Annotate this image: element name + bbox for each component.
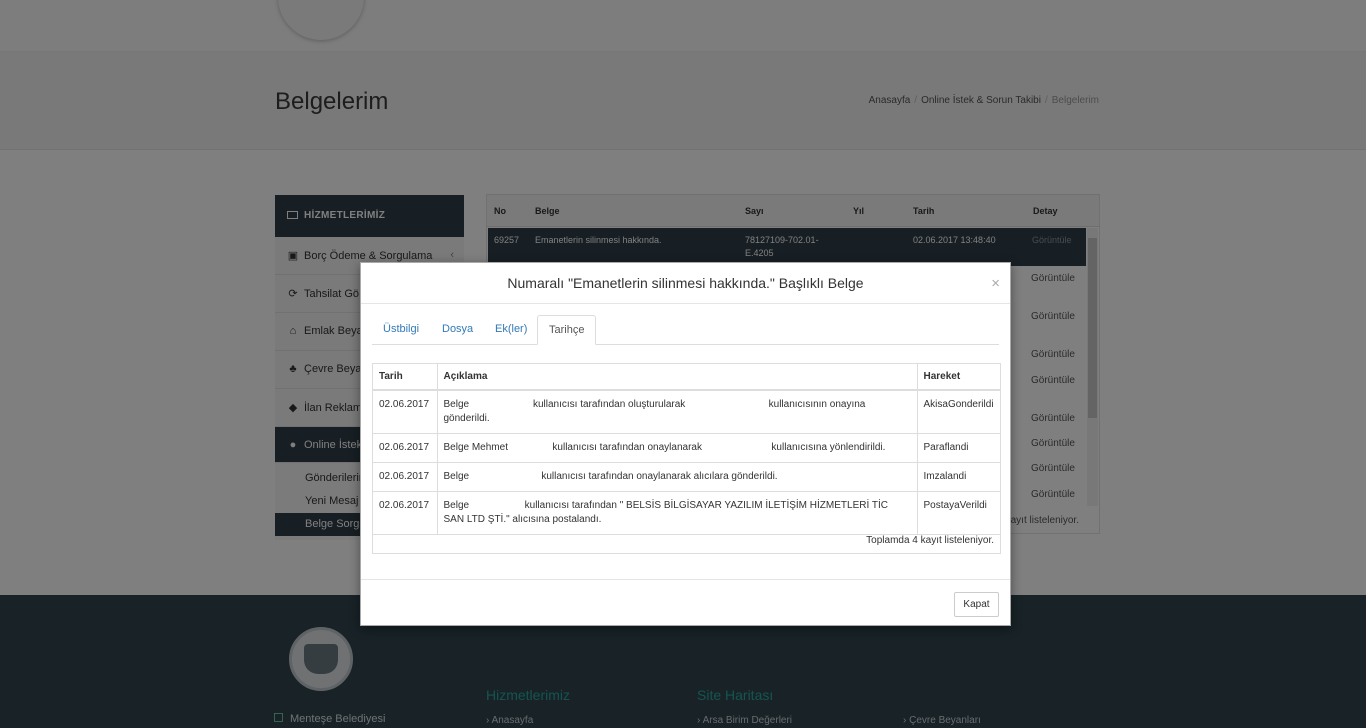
- cell-hareket: Paraflandi: [917, 433, 1000, 463]
- col-hareket: Hareket: [917, 364, 1000, 391]
- modal-tabs: Üstbilgi Dosya Ek(ler) Tarihçe: [372, 315, 999, 345]
- table-row: 02.06.2017 Belge kullanıcısı tarafından …: [373, 491, 1000, 535]
- cell-aciklama: Belge kullanıcısı tarafından oluşturular…: [437, 390, 918, 434]
- table-row: 02.06.2017 Belge Mehmet kullanıcısı tara…: [373, 433, 1000, 463]
- modal-title: Numaralı "Emanetlerin silinmesi hakkında…: [507, 275, 864, 291]
- cell-tarih: 02.06.2017: [373, 390, 438, 434]
- cell-tarih: 02.06.2017: [373, 491, 438, 535]
- document-modal: Numaralı "Emanetlerin silinmesi hakkında…: [360, 262, 1011, 626]
- cell-aciklama: Belge Mehmet kullanıcısı tarafından onay…: [437, 433, 918, 463]
- col-tarih: Tarih: [373, 364, 438, 391]
- modal-footer: Kapat: [361, 579, 1010, 626]
- cell-aciklama: Belge kullanıcısı tarafından " BELSİS Bİ…: [437, 491, 918, 535]
- close-button[interactable]: Kapat: [954, 592, 999, 617]
- tab-tarihce[interactable]: Tarihçe: [537, 315, 597, 345]
- cell-hareket: PostayaVerildi: [917, 491, 1000, 535]
- cell-tarih: 02.06.2017: [373, 433, 438, 463]
- cell-aciklama: Belge kullanıcısı tarafından onaylanarak…: [437, 462, 918, 492]
- cell-hareket: AkisaGonderildi: [917, 390, 1000, 434]
- tab-ekler[interactable]: Ek(ler): [484, 315, 538, 345]
- history-table: Tarih Açıklama Hareket 02.06.2017 Belge …: [372, 363, 1001, 554]
- tab-dosya[interactable]: Dosya: [431, 315, 484, 345]
- history-header-row: Tarih Açıklama Hareket: [373, 364, 1000, 391]
- cell-tarih: 02.06.2017: [373, 462, 438, 492]
- cell-hareket: Imzalandi: [917, 462, 1000, 492]
- tab-ustbilgi[interactable]: Üstbilgi: [372, 315, 430, 345]
- modal-header: Numaralı "Emanetlerin silinmesi hakkında…: [361, 263, 1010, 304]
- close-icon[interactable]: ×: [991, 275, 1000, 292]
- history-total: Toplamda 4 kayıt listeleniyor.: [866, 535, 994, 546]
- col-aciklama: Açıklama: [437, 364, 918, 391]
- table-row: 02.06.2017 Belge kullanıcısı tarafından …: [373, 462, 1000, 492]
- table-row: 02.06.2017 Belge kullanıcısı tarafından …: [373, 390, 1000, 434]
